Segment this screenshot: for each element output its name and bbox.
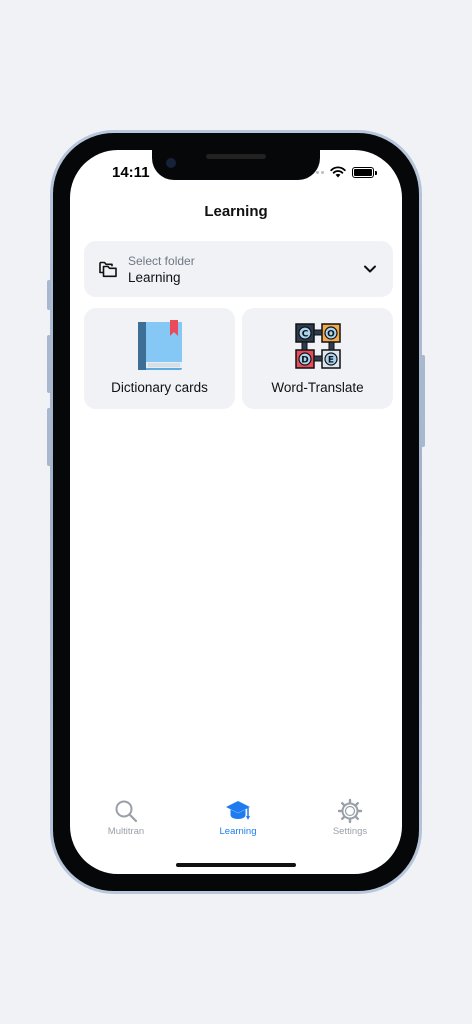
tab-learning[interactable]: Learning xyxy=(188,798,288,837)
dictionary-cards-button[interactable]: Dictionary cards xyxy=(84,308,235,409)
notch xyxy=(152,150,320,180)
dictionary-cards-label: Dictionary cards xyxy=(111,380,208,395)
search-icon xyxy=(115,800,138,823)
code-block-d: D xyxy=(294,349,315,369)
phone-bezel: 14:11 Learning Select folder Learning Di… xyxy=(53,133,419,891)
folder-text: Select folder Learning xyxy=(128,254,195,285)
tab-multitran[interactable]: Multitran xyxy=(76,798,176,837)
phone-frame: 14:11 Learning Select folder Learning Di… xyxy=(47,130,425,894)
code-block-o: O xyxy=(320,323,341,343)
folder-value: Learning xyxy=(128,270,181,285)
speaker xyxy=(206,154,266,159)
code-letter-d: D xyxy=(301,356,308,366)
battery-icon xyxy=(352,166,377,178)
tab-bar: Multitran Learning Settings xyxy=(70,794,402,874)
word-translate-label: Word-Translate xyxy=(271,380,364,395)
code-letter-c: C xyxy=(301,330,308,340)
folder-label: Select folder xyxy=(128,254,195,268)
volume-up-button xyxy=(47,335,51,393)
tab-multitran-label: Multitran xyxy=(107,826,145,837)
camera xyxy=(166,158,176,168)
status-time: 14:11 xyxy=(112,164,150,181)
select-folder-dropdown[interactable]: Select folder Learning xyxy=(84,241,393,297)
volume-down-button xyxy=(47,408,51,466)
code-blocks-icon: C O D E xyxy=(294,323,341,369)
power-button xyxy=(421,355,425,447)
tab-settings-label: Settings xyxy=(332,826,368,837)
app-screen: 14:11 Learning Select folder Learning Di… xyxy=(70,150,402,874)
folders-icon xyxy=(99,261,117,278)
page-title: Learning xyxy=(204,203,268,220)
code-block-c: C xyxy=(294,323,315,343)
code-block-e: E xyxy=(320,349,341,369)
home-indicator[interactable] xyxy=(176,863,296,867)
code-letter-o: O xyxy=(327,330,335,340)
code-letter-e: E xyxy=(327,356,333,366)
chevron-down-icon xyxy=(364,265,376,273)
tab-settings[interactable]: Settings xyxy=(300,798,400,837)
gear-icon xyxy=(337,798,363,824)
wifi-icon xyxy=(330,166,346,178)
tab-learning-label: Learning xyxy=(219,826,257,837)
mute-switch xyxy=(47,280,51,310)
word-translate-button[interactable]: C O D E Word-Translate xyxy=(242,308,393,409)
book-icon xyxy=(137,320,182,370)
graduation-cap-icon xyxy=(226,801,250,820)
